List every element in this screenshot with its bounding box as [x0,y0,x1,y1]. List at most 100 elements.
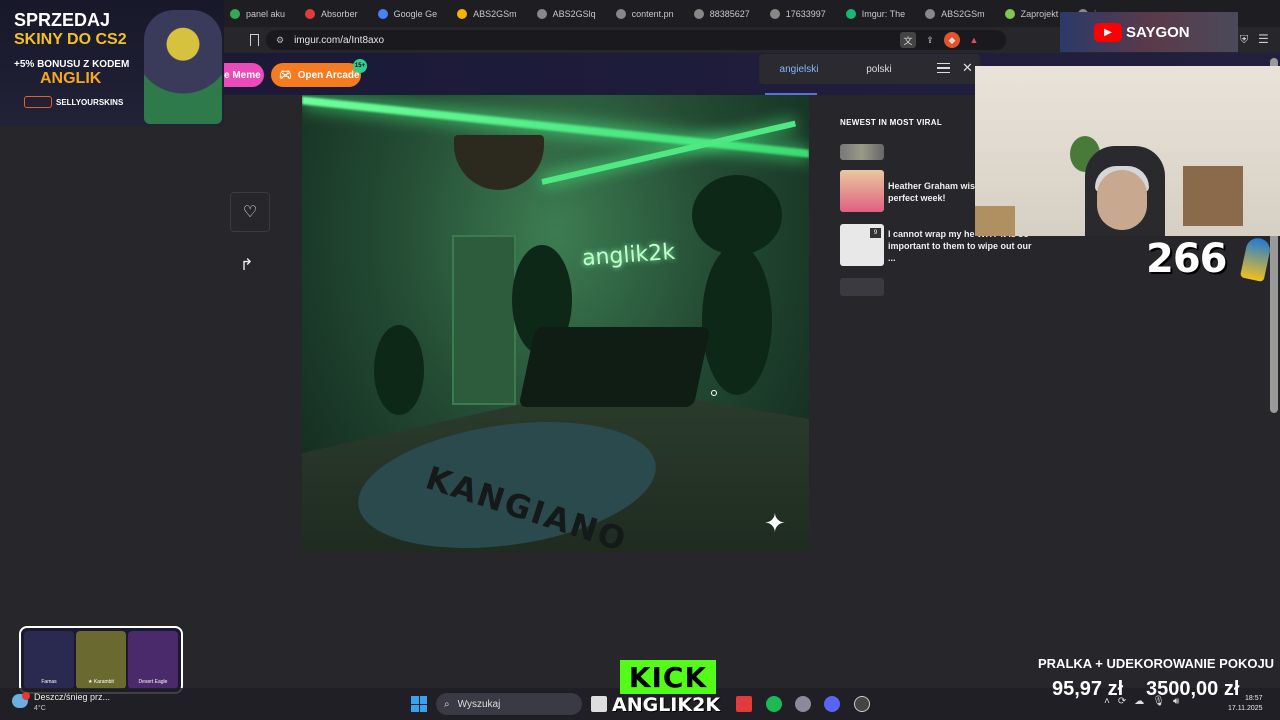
share-page-icon[interactable]: ⇪ [922,32,938,48]
settings-icon[interactable] [795,696,811,712]
open-arcade-label: Open Arcade [297,69,360,81]
promo-line-1: SPRZEDAJ [14,10,111,30]
app-icon[interactable] [854,696,870,712]
share-button[interactable]: ↱ [240,255,253,275]
sellyourskins-logo: SELLYOURSKINS [56,98,124,107]
tab-label: Absorber [321,8,358,19]
tab-favicon-icon [615,8,626,19]
image-count-badge: 9 [870,228,881,238]
url-text[interactable]: imgur.com/a/Int8axo [294,35,384,46]
tab-label: Zaprojekt [1020,8,1059,19]
webcam-frame [975,206,1015,236]
sponsor-banner: SPRZEDAJ SKINY DO CS2 +5% BONUSU Z KODEM… [0,0,224,126]
translate-target-language[interactable]: polski [839,64,919,75]
browser-tab[interactable]: Google Ge [368,3,448,25]
corner-plant [374,325,424,415]
shield-icon[interactable]: ⛨ [1240,34,1248,47]
feed-thumbnail[interactable] [840,144,884,160]
browser-tab[interactable]: content.pn [606,3,684,25]
brave-shield-icon[interactable]: ◆ [944,32,960,48]
kick-logo: KICK [620,660,716,694]
parrot-icon [1239,235,1273,283]
tab-favicon-icon [457,8,468,19]
browser-tab[interactable]: Imgur: The [836,3,915,25]
hanging-plant [692,175,782,255]
browser-tab[interactable]: 88385627 [684,3,760,25]
site-info-icon[interactable]: ⚙ [276,35,284,46]
skin-slot: Desert Eagle [128,631,178,689]
mouse-cursor [711,390,717,396]
favorite-button[interactable]: ♡ [230,192,270,232]
browser-tab[interactable]: Zaprojekt [995,3,1069,25]
system-tray: ˄ ⟳ ☁ 🎙︎ 🔊︎ [1104,696,1179,707]
webcam-overlay [975,66,1280,236]
browser-tab[interactable]: ABS2GSm [447,3,527,25]
taskbar-clock[interactable]: 18:57 17.11.2025 [1228,694,1263,714]
viewer-counter: 266 [1146,236,1227,282]
open-arcade-button[interactable]: 🎮︎ Open Arcade [271,63,361,87]
heart-icon: ♡ [242,204,258,221]
menu-icon[interactable] [937,63,950,73]
feed-item-title[interactable]: Heather Graham wis perfect week! [888,180,978,204]
close-icon[interactable]: ✕ [962,60,973,76]
sparkle-icon[interactable]: ✦ [764,508,786,539]
notification-badge [22,692,30,700]
cloud-icon[interactable]: ☁ [1134,696,1144,707]
clock-time: 18:57 [1244,695,1263,702]
tab-favicon-icon [845,8,856,19]
weather-widget[interactable]: Deszcz/śnieg prz... 4°C [12,692,122,716]
browser-tab[interactable]: Absorber [295,3,368,25]
file-explorer-icon[interactable] [591,696,607,712]
temperature: 4°C [34,705,46,712]
clock-date: 17.11.2025 [1228,705,1263,712]
share-arrow-icon: ↱ [240,257,254,274]
browser-tab[interactable]: ABS2GSlq [527,3,606,25]
bookmark-icon[interactable] [250,34,259,46]
volume-icon[interactable]: 🔊︎ [1173,696,1179,707]
chevron-up-icon[interactable]: ˄ [1104,696,1110,707]
microphone-icon[interactable]: 🎙︎ [1152,696,1165,707]
translate-source-language[interactable]: angielski [759,64,839,75]
tab-label: content.pn [631,8,674,19]
search-placeholder: Wyszukaj [457,698,501,710]
tab-favicon-icon [1004,8,1015,19]
tab-favicon-icon [925,8,936,19]
windows-start-icon[interactable] [411,696,427,712]
brave-rewards-icon[interactable]: ▲ [966,32,982,48]
tab-favicon-icon [536,8,547,19]
browser-tab[interactable]: 17633997 [760,3,836,25]
goal-title: PRALKA + UDEKOROWANIE POKOJU [1038,656,1275,671]
tab-favicon-icon [377,8,388,19]
door [452,235,516,405]
spotify-icon[interactable] [766,696,782,712]
tab-label: panel aku [246,8,286,19]
skin-showcase: Famas ★ Karambit Desert Eagle [19,626,183,694]
app-icon[interactable] [736,696,752,712]
post-image[interactable]: anglik2k KANGIANO [302,95,809,552]
translate-popup: angielski polski ✕ [759,54,980,95]
menu-icon[interactable]: ☰ [1258,32,1269,46]
tab-label: ABS2GSlq [552,8,596,19]
discord-icon[interactable] [824,696,840,712]
tab-favicon-icon [230,8,240,19]
address-actions: 文 ⇪ ◆ ▲ [900,32,982,48]
sync-icon[interactable]: ⟳ [1118,696,1126,707]
taskbar-search[interactable]: ⌕ Wyszukaj [436,693,582,715]
sellyourskins-logo-icon [24,96,52,108]
browser-tab[interactable]: ABS2GSm [915,3,995,25]
browser-tab[interactable]: panel aku [220,3,295,25]
promo-code: ANGLIK [40,70,102,87]
feed-thumbnail[interactable] [840,278,884,296]
tab-label: ABS2GSm [473,8,517,19]
tab-favicon-icon [693,8,704,19]
gamepad-icon: 🎮︎ [279,69,292,81]
feed-thumbnail[interactable] [840,170,884,212]
translate-icon[interactable]: 文 [900,32,916,48]
kick-channel-name: ANGLIK2K [612,694,721,716]
make-meme-button[interactable]: e Meme [222,63,264,87]
address-bar[interactable]: ⚙ imgur.com/a/Int8axo [266,30,1006,50]
search-icon: ⌕ [444,698,450,710]
neon-sign: anglik2k [581,239,676,272]
tab-label: Imgur: The [861,8,906,19]
tall-plant [702,245,772,395]
